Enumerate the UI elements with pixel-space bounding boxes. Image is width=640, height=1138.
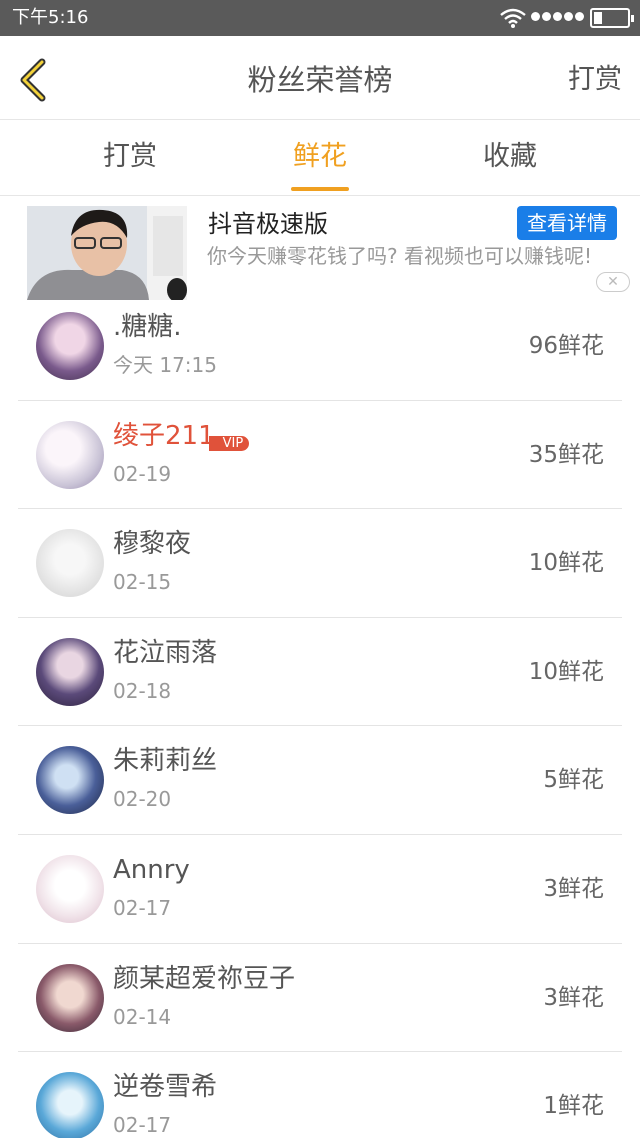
fan-name-row: 绫子211 VIP (113, 419, 250, 453)
status-time: 下午5:16 (12, 7, 89, 28)
battery-icon (590, 8, 634, 28)
wifi-icon (500, 8, 526, 28)
fan-name: 颜某超爱祢豆子 (113, 963, 296, 994)
fan-name: 穆黎夜 (113, 529, 192, 560)
fan-name: 逆卷雪希 (113, 1072, 218, 1103)
fan-date: 02-14 (113, 1004, 172, 1029)
fan-date: 02-18 (113, 678, 172, 703)
page-title: 粉丝荣誉榜 (247, 63, 393, 97)
avatar[interactable] (36, 1072, 104, 1138)
avatar[interactable] (36, 746, 104, 815)
fan-name: Annry (113, 854, 190, 885)
signal-icon (531, 12, 584, 24)
list-item[interactable]: 绫子211 VIP 02-19 35鲜花 (0, 401, 640, 510)
tab-reward[interactable]: 打赏 (70, 139, 190, 175)
avatar[interactable] (36, 963, 104, 1032)
avatar[interactable] (36, 529, 104, 598)
flower-count: 3鲜花 (543, 984, 604, 1011)
list-item[interactable]: .糖糖. 今天 17:15 96鲜花 (0, 292, 640, 401)
list-item[interactable]: 颜某超爱祢豆子 02-14 3鲜花 (0, 944, 640, 1053)
tab-bar: 打赏 鲜花 收藏 (0, 121, 640, 196)
fan-date: 02-19 (113, 461, 172, 486)
list-item[interactable]: Annry 02-17 3鲜花 (0, 835, 640, 944)
avatar[interactable] (36, 854, 104, 923)
list-item[interactable]: 逆卷雪希 02-17 1鲜花 (0, 1052, 640, 1138)
ad-details-button[interactable]: 查看详情 (517, 206, 617, 240)
avatar[interactable] (36, 312, 104, 380)
fan-name: 朱莉莉丝 (113, 746, 218, 777)
tab-flowers[interactable]: 鲜花 (260, 139, 380, 175)
vip-badge: VIP (208, 422, 250, 452)
fan-date: 02-15 (113, 570, 172, 595)
fan-name: 花泣雨落 (113, 637, 218, 668)
flower-count: 5鲜花 (543, 767, 604, 794)
active-tab-indicator (291, 187, 349, 191)
fan-ranking-list: .糖糖. 今天 17:15 96鲜花 绫子211 VIP 02-19 35鲜花 穆… (0, 292, 640, 1138)
flower-count: 1鲜花 (543, 1093, 604, 1120)
avatar[interactable] (36, 637, 104, 706)
fan-date: 02-17 (113, 1113, 172, 1138)
fan-date: 02-17 (113, 895, 172, 920)
fan-name: 绫子211 (113, 420, 215, 451)
reward-button[interactable]: 打赏 (568, 63, 622, 97)
ad-thumbnail[interactable] (27, 206, 187, 300)
status-bar: 下午5:16 (0, 0, 640, 36)
flower-count: 96鲜花 (528, 333, 604, 359)
flower-count: 3鲜花 (543, 875, 604, 902)
flower-count: 35鲜花 (528, 441, 604, 468)
vip-label: VIP (208, 436, 250, 452)
header: 粉丝荣誉榜 打赏 (0, 36, 640, 120)
fan-name: .糖糖. (113, 312, 182, 342)
flower-count: 10鲜花 (528, 550, 604, 577)
fan-date: 今天 17:15 (113, 353, 217, 377)
ad-banner[interactable]: 抖音极速版 查看详情 你今天赚零花钱了吗? 看视频也可以赚钱呢! ✕ (0, 197, 640, 301)
list-item[interactable]: 花泣雨落 02-18 10鲜花 (0, 618, 640, 727)
close-icon[interactable]: ✕ (596, 272, 630, 292)
tab-favorites[interactable]: 收藏 (450, 139, 570, 175)
avatar[interactable] (36, 420, 104, 489)
list-item[interactable]: 朱莉莉丝 02-20 5鲜花 (0, 726, 640, 835)
fan-date: 02-20 (113, 787, 172, 812)
list-item[interactable]: 穆黎夜 02-15 10鲜花 (0, 509, 640, 618)
ad-title: 抖音极速版 (208, 210, 328, 238)
ad-description: 你今天赚零花钱了吗? 看视频也可以赚钱呢! (207, 244, 592, 268)
flower-count: 10鲜花 (528, 658, 604, 685)
